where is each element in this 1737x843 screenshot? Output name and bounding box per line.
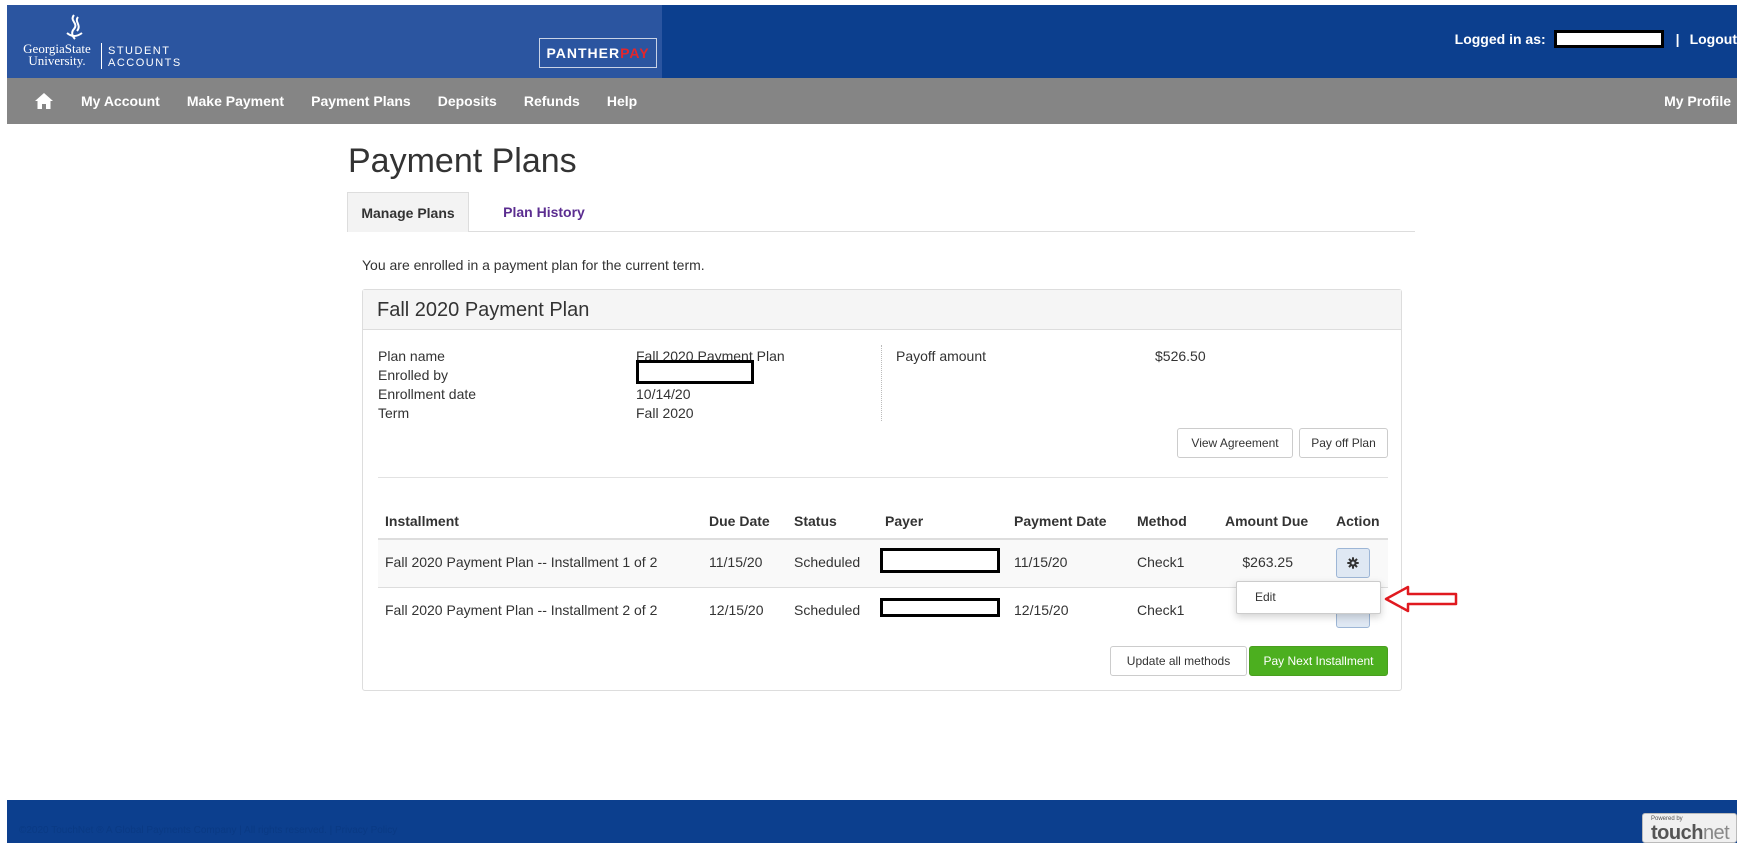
label-payoff-amount: Payoff amount <box>896 348 987 364</box>
col-action: Action <box>1336 513 1380 529</box>
tab-manage-plans[interactable]: Manage Plans <box>347 192 469 232</box>
gear-icon <box>1347 557 1359 569</box>
cell-due-date: 11/15/20 <box>709 554 763 570</box>
pantherpay-logo-part1: PANTHER <box>546 45 621 61</box>
label-enrolled-by: Enrolled by <box>378 367 449 383</box>
page-footer: ©2020 TouchNet ® A Global Payments Compa… <box>7 800 1737 843</box>
pantherpay-logo[interactable]: PANTHER PAY <box>539 38 657 68</box>
col-status: Status <box>794 513 837 529</box>
touchnet-logo-part2: net <box>1702 822 1730 843</box>
redacted-payer <box>880 548 1000 573</box>
cell-installment: Fall 2020 Payment Plan -- Installment 2 … <box>385 602 658 618</box>
touchnet-logo: touchnet <box>1651 822 1730 843</box>
logout-link[interactable]: Logout <box>1690 31 1737 47</box>
redacted-username <box>1553 30 1664 48</box>
value-enrollment-date: 10/14/20 <box>636 386 691 402</box>
redacted-payer <box>880 598 1000 617</box>
action-dropdown-menu: Edit <box>1236 581 1381 614</box>
update-all-methods-button[interactable]: Update all methods <box>1110 646 1247 676</box>
annotation-arrow-icon <box>1384 585 1458 613</box>
home-icon[interactable] <box>34 92 54 110</box>
label-enrollment-date: Enrollment date <box>378 386 477 402</box>
view-agreement-button[interactable]: View Agreement <box>1177 428 1293 458</box>
cell-amount-due: $263.25 <box>1242 554 1293 570</box>
plan-tabs: Manage Plans Plan History <box>347 192 1415 232</box>
plan-panel-title: Fall 2020 Payment Plan <box>377 299 590 321</box>
menu-item-edit[interactable]: Edit <box>1255 590 1276 604</box>
col-method: Method <box>1137 513 1187 529</box>
main-nav: My Account Make Payment Payment Plans De… <box>7 78 1737 124</box>
section-divider <box>378 477 1388 478</box>
table-row: Fall 2020 Payment Plan -- Installment 1 … <box>378 540 1388 587</box>
page-title: Payment Plans <box>348 142 577 180</box>
redacted-enrolled-by <box>636 360 754 384</box>
col-amount-due: Amount Due <box>1225 513 1309 529</box>
logo-name-line2: University. <box>28 53 86 68</box>
cell-status: Scheduled <box>794 554 861 570</box>
nav-deposits[interactable]: Deposits <box>438 93 497 109</box>
cell-payment-date: 11/15/20 <box>1014 554 1068 570</box>
top-header: GeorgiaState University. STUDENT ACCOUNT… <box>7 5 1737 78</box>
cell-status: Scheduled <box>794 602 861 618</box>
touchnet-badge: Powered by touchnet <box>1642 813 1737 843</box>
value-term: Fall 2020 <box>636 405 694 421</box>
logged-in-label: Logged in as: <box>1454 31 1546 47</box>
enrolled-message: You are enrolled in a payment plan for t… <box>362 257 705 273</box>
pantherpay-logo-part2: PAY <box>620 45 650 61</box>
user-session: Logged in as: | Logout <box>1455 27 1737 51</box>
touchnet-logo-part1: touch <box>1651 822 1703 843</box>
tab-plan-history[interactable]: Plan History <box>469 192 619 232</box>
value-payoff-amount: $526.50 <box>1155 348 1206 364</box>
col-payment-date: Payment Date <box>1014 513 1107 529</box>
pay-off-plan-button[interactable]: Pay off Plan <box>1299 428 1388 458</box>
row-action-button[interactable] <box>1336 548 1370 578</box>
plan-panel-heading: Fall 2020 Payment Plan <box>363 290 1401 330</box>
label-plan-name: Plan name <box>378 348 445 364</box>
nav-make-payment[interactable]: Make Payment <box>187 93 284 109</box>
logo-dept-line1: STUDENT <box>108 45 171 57</box>
col-installment: Installment <box>385 513 459 529</box>
brand-panel: GeorgiaState University. STUDENT ACCOUNT… <box>7 5 662 78</box>
nav-payment-plans[interactable]: Payment Plans <box>311 93 411 109</box>
cell-method: Check1 <box>1137 554 1185 570</box>
col-payer: Payer <box>885 513 924 529</box>
nav-refunds[interactable]: Refunds <box>524 93 580 109</box>
flame-icon <box>66 14 83 40</box>
details-divider <box>881 345 882 421</box>
footer-copyright: ©2020 TouchNet ® A Global Payments Compa… <box>19 825 398 836</box>
plan-panel: Fall 2020 Payment Plan Plan name Enrolle… <box>362 289 1402 691</box>
logo-university-name: GeorgiaState University. <box>19 42 95 68</box>
cell-payment-date: 12/15/20 <box>1014 602 1069 618</box>
cell-installment: Fall 2020 Payment Plan -- Installment 1 … <box>385 554 658 570</box>
nav-help[interactable]: Help <box>607 93 637 109</box>
label-term: Term <box>378 405 410 421</box>
logo-divider <box>101 43 102 69</box>
logo-dept-line2: ACCOUNTS <box>108 57 182 69</box>
cell-method: Check1 <box>1137 602 1185 618</box>
pay-next-installment-button[interactable]: Pay Next Installment <box>1249 646 1388 676</box>
cell-due-date: 12/15/20 <box>709 602 764 618</box>
col-due-date: Due Date <box>709 513 770 529</box>
logo-department: STUDENT ACCOUNTS <box>108 45 182 69</box>
gsu-logo[interactable]: GeorgiaState University. STUDENT ACCOUNT… <box>19 13 189 73</box>
header-separator: | <box>1675 31 1680 47</box>
nav-my-account[interactable]: My Account <box>81 93 160 109</box>
nav-my-profile[interactable]: My Profile <box>1664 93 1731 109</box>
